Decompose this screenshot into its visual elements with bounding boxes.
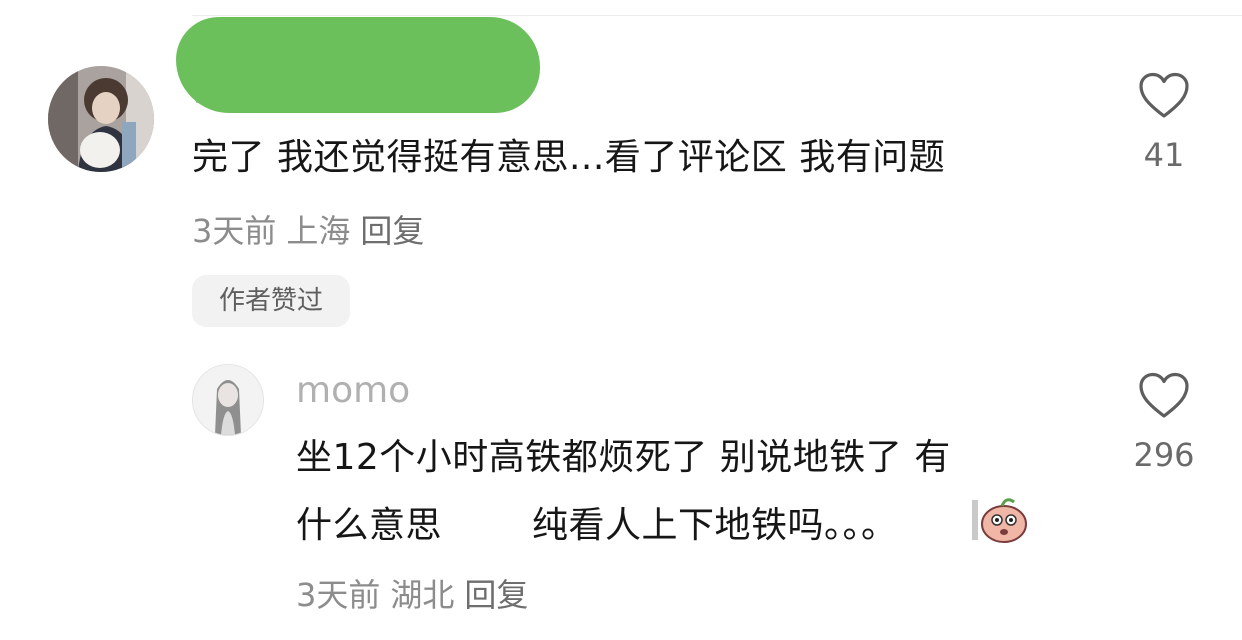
avatar[interactable] — [192, 364, 264, 436]
comment-location: 上海 — [286, 212, 351, 250]
reply-text-line-2a: 什么意思 — [296, 505, 443, 546]
reply-button[interactable]: 回复 — [464, 576, 528, 614]
redaction-overlay — [176, 17, 540, 113]
reply-button[interactable]: 回复 — [360, 212, 424, 250]
username[interactable]: momo — [296, 370, 410, 411]
comment-text: 完了 我还觉得挺有意思...看了评论区 我有问题 — [192, 137, 946, 178]
reply-location: 湖北 — [390, 576, 455, 614]
author-liked-badge: 作者赞过 — [192, 275, 350, 327]
like-heart-icon[interactable] — [1138, 72, 1190, 120]
reply-meta: 3天前 湖北 回复 — [296, 570, 528, 616]
like-count: 41 — [1143, 136, 1185, 174]
like-count: 296 — [1133, 436, 1195, 474]
top-divider — [192, 15, 1242, 16]
reply-text-line-2b: 纯看人上下地铁吗。。。 — [532, 505, 898, 546]
reply-time: 3天前 — [296, 576, 381, 614]
avatar[interactable] — [48, 66, 154, 172]
reply-text-line-1: 坐12个小时高铁都烦死了 别说地铁了 有 — [296, 437, 951, 478]
comment-time: 3天前 — [192, 212, 277, 250]
like-heart-icon[interactable] — [1138, 372, 1190, 420]
comment-meta: 3天前 上海 回复 — [192, 206, 424, 252]
peeking-emoji-icon — [972, 498, 1027, 543]
